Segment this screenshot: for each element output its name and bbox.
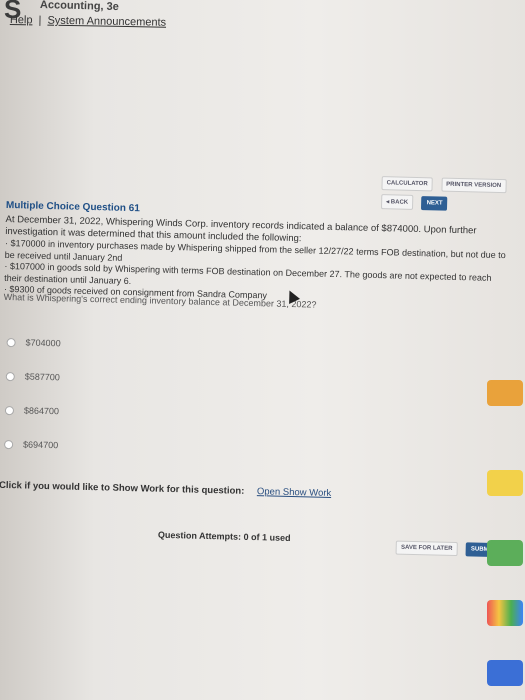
answer-option[interactable]: $864700 xyxy=(4,393,60,428)
answer-options: $704000 $587700 $864700 $694700 xyxy=(4,325,61,462)
radio-button[interactable] xyxy=(5,371,15,381)
system-announcements-link[interactable]: System Announcements xyxy=(47,15,166,29)
next-button[interactable]: NEXT xyxy=(421,196,448,211)
option-label: $694700 xyxy=(23,439,59,451)
option-label: $704000 xyxy=(25,337,61,349)
desktop-dock-icons xyxy=(480,0,525,700)
app-icon-green[interactable] xyxy=(487,540,523,566)
option-label: $587700 xyxy=(24,371,60,383)
answer-option[interactable]: $694700 xyxy=(4,427,59,462)
app-icon-yellow[interactable] xyxy=(487,470,523,496)
show-work-text: Click if you would like to Show Work for… xyxy=(0,479,245,497)
open-show-work-link[interactable]: Open Show Work xyxy=(257,486,332,499)
option-label: $864700 xyxy=(23,405,60,417)
screen: S Accounting, 3e Help | System Announcem… xyxy=(0,0,525,700)
show-work-row: Click if you would like to Show Work for… xyxy=(0,480,331,499)
app-icon-multicolor[interactable] xyxy=(487,600,523,626)
question-attempts: Question Attempts: 0 of 1 used xyxy=(157,529,291,544)
back-button[interactable]: ◂ BACK xyxy=(380,194,414,210)
calculator-button[interactable]: CALCULATOR xyxy=(381,176,433,192)
radio-button[interactable] xyxy=(4,405,15,415)
course-title-fragment: Accounting, 3e xyxy=(39,0,119,14)
answer-option[interactable]: $704000 xyxy=(6,325,61,360)
help-link[interactable]: Help xyxy=(10,14,33,26)
radio-button[interactable] xyxy=(6,337,16,347)
answer-option[interactable]: $587700 xyxy=(5,359,60,394)
app-icon-orange[interactable] xyxy=(487,380,523,406)
link-separator: | xyxy=(38,14,42,27)
save-for-later-button[interactable]: SAVE FOR LATER xyxy=(395,540,458,557)
question-page: CALCULATOR PRINTER VERSION ◂ BACK NEXT M… xyxy=(0,40,519,558)
app-icon-blue[interactable] xyxy=(487,660,523,686)
question-title: Multiple Choice Question 61 xyxy=(5,199,140,215)
radio-button[interactable] xyxy=(4,439,14,449)
top-links: Help | System Announcements xyxy=(10,14,166,29)
